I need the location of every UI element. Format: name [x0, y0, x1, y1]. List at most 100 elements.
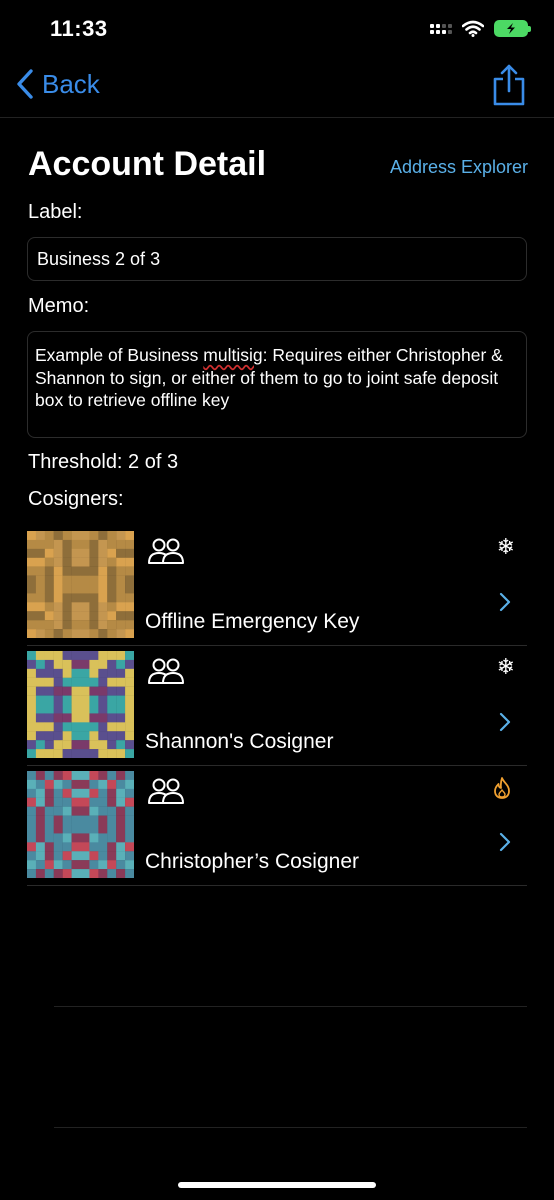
avatar-pixel [125, 695, 134, 705]
avatar-pixel [107, 557, 117, 567]
avatar-pixel [89, 788, 99, 798]
avatar-pixel [71, 869, 81, 878]
avatar-pixel [98, 651, 108, 661]
avatar-pixel [116, 695, 126, 705]
avatar-pixel [107, 611, 117, 621]
avatar-pixel [80, 704, 90, 714]
avatar-pixel [89, 740, 99, 750]
avatar-pixel [53, 686, 63, 696]
avatar-pixel [116, 869, 126, 878]
memo-field[interactable]: Example of Business multisig: Requires e… [27, 331, 527, 438]
avatar-pixel [44, 686, 54, 696]
avatar-pixel [27, 815, 37, 825]
label-caption: Label: [28, 201, 83, 223]
avatar-pixel [80, 851, 90, 861]
avatar-pixel [116, 851, 126, 861]
avatar-pixel [53, 566, 63, 576]
avatar-pixel [98, 620, 108, 630]
share-button[interactable] [492, 64, 526, 111]
flame-icon [494, 777, 510, 799]
avatar-pixel [44, 659, 54, 670]
avatar-pixel [71, 575, 81, 585]
avatar-pixel [89, 842, 99, 852]
avatar-pixel [98, 557, 108, 567]
label-field[interactable]: Business 2 of 3 [27, 237, 527, 281]
avatar-pixel [80, 779, 90, 790]
avatar-pixel [98, 602, 108, 612]
cosigner-row[interactable]: ❄ Offline Emergency Key [27, 526, 527, 646]
avatar-pixel [44, 548, 54, 558]
avatar-pixel [71, 704, 81, 714]
avatar-pixel [27, 788, 37, 798]
avatar-pixel [62, 651, 72, 661]
avatar-pixel [53, 695, 63, 705]
cosigner-row[interactable]: Christopher’s Cosigner [27, 766, 527, 886]
avatar-pixel [125, 851, 134, 861]
avatar-pixel [107, 815, 117, 825]
avatar-pixel [71, 557, 81, 567]
avatar-pixel [27, 575, 37, 585]
avatar-pixel [35, 806, 46, 816]
avatar-pixel [53, 749, 63, 758]
avatar-pixel [35, 815, 46, 825]
home-indicator [178, 1182, 376, 1188]
avatar-pixel [125, 815, 134, 825]
avatar-pixel [107, 620, 117, 630]
avatar-pixel [80, 593, 90, 603]
avatar-pixel [53, 842, 63, 852]
avatar-pixel [80, 788, 90, 798]
avatar-pixel [98, 713, 108, 723]
page-title: Account Detail [28, 145, 267, 183]
avatar-pixel [125, 539, 134, 550]
avatar-pixel [107, 731, 117, 741]
avatar-pixel [71, 668, 81, 678]
avatar-pixel [62, 668, 72, 678]
avatar-pixel [27, 731, 37, 741]
avatar-pixel [53, 740, 63, 750]
avatar-pixel [89, 557, 99, 567]
cosigner-avatar [27, 531, 134, 638]
snowflake-icon: ❄ [496, 654, 515, 679]
avatar-pixel [62, 806, 72, 816]
avatar-pixel [44, 531, 54, 541]
address-explorer-link[interactable]: Address Explorer [390, 157, 528, 178]
avatar-pixel [35, 788, 46, 798]
avatar-pixel [98, 659, 108, 670]
avatar-pixel [27, 833, 37, 843]
avatar-pixel [35, 695, 46, 705]
status-time: 11:33 [50, 16, 108, 41]
avatar-pixel [71, 566, 81, 576]
avatar-pixel [116, 629, 126, 638]
avatar-pixel [125, 869, 134, 878]
avatar-pixel [89, 797, 99, 807]
avatar-pixel [44, 869, 54, 878]
avatar-pixel [107, 602, 117, 612]
cosigner-row[interactable]: ❄ Shannon's Cosigner [27, 646, 527, 766]
avatar-pixel [71, 842, 81, 852]
avatar-pixel [80, 539, 90, 550]
avatar-pixel [116, 566, 126, 576]
avatar-pixel [62, 539, 72, 550]
avatar-pixel [27, 860, 37, 870]
avatar-pixel [107, 842, 117, 852]
avatar-pixel [62, 611, 72, 621]
avatar-pixel [80, 824, 90, 834]
avatar-pixel [116, 779, 126, 790]
avatar-pixel [62, 713, 72, 723]
avatar-pixel [44, 797, 54, 807]
avatar-pixel [89, 539, 99, 550]
avatar-pixel [71, 713, 81, 723]
avatar-pixel [53, 731, 63, 741]
avatar-pixel [35, 749, 46, 758]
avatar-pixel [98, 842, 108, 852]
back-button[interactable]: Back [16, 68, 100, 100]
avatar-pixel [98, 539, 108, 550]
avatar-pixel [53, 869, 63, 878]
avatar-pixel [44, 539, 54, 550]
avatar-pixel [116, 575, 126, 585]
avatar-pixel [98, 584, 108, 594]
avatar-pixel [89, 548, 99, 558]
avatar-pixel [80, 860, 90, 870]
avatar-pixel [71, 771, 81, 781]
avatar-pixel [116, 722, 126, 732]
